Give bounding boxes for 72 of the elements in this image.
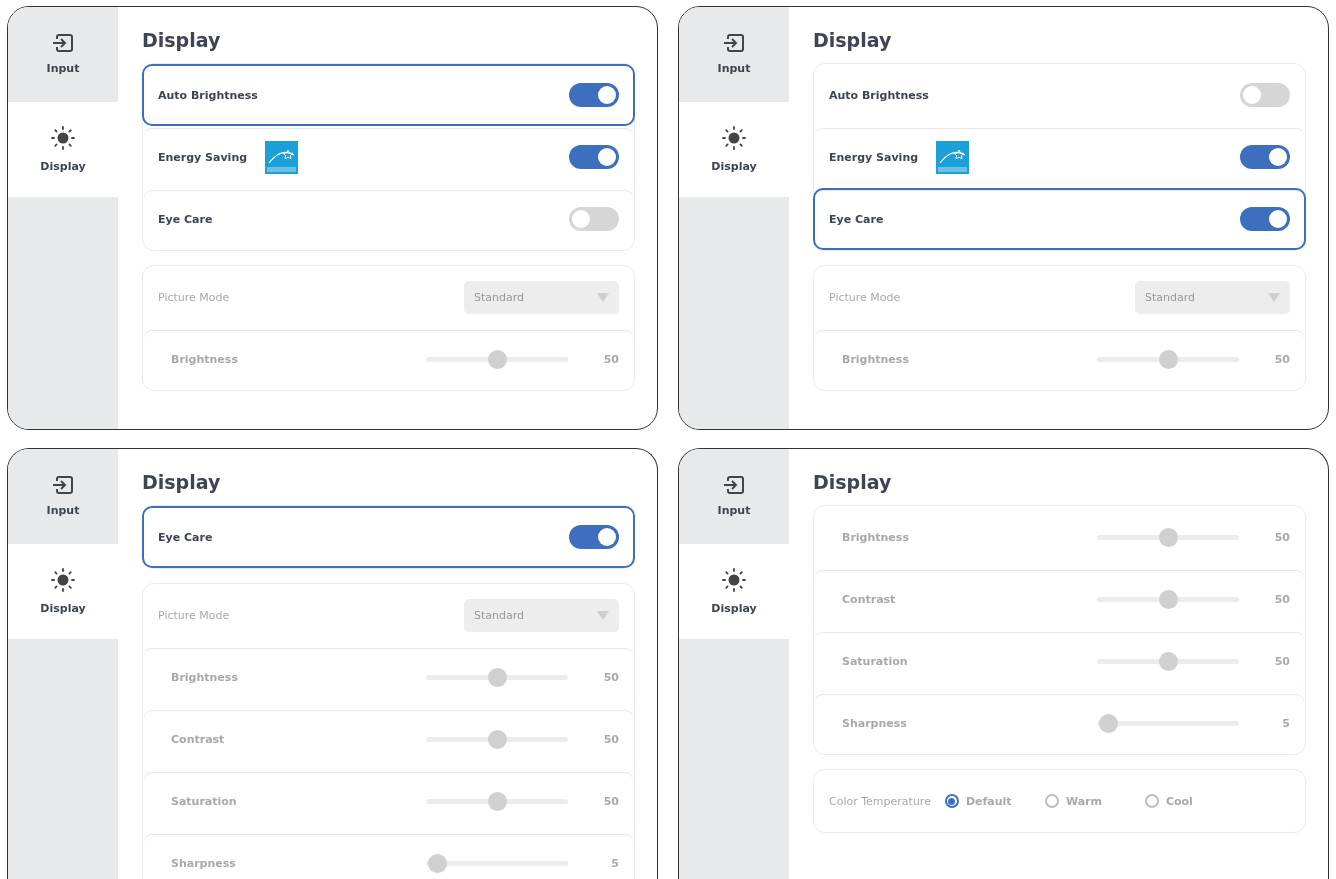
caret-icon xyxy=(1268,292,1280,302)
slider-value: 50 xyxy=(1273,530,1290,544)
setting-label: Picture Mode xyxy=(158,290,230,304)
setting-label: Picture Mode xyxy=(829,290,901,304)
sun-icon xyxy=(51,126,75,150)
toggle-switch[interactable] xyxy=(1240,83,1290,107)
sidebar-item[interactable]: Display xyxy=(679,544,789,639)
slider-value: 50 xyxy=(1273,654,1290,668)
setting-label: Energy Saving xyxy=(829,150,919,164)
caret-icon xyxy=(597,610,609,620)
setting-label: Sharpness xyxy=(841,716,907,730)
setting-label: Auto Brightness xyxy=(829,88,929,102)
sidebar-label: Display xyxy=(711,160,757,173)
input-icon xyxy=(723,476,745,494)
toggle-switch[interactable] xyxy=(1240,207,1290,231)
page-title: Display xyxy=(142,29,222,51)
setting-row[interactable]: Eye Care xyxy=(142,506,635,568)
sidebar-label: Display xyxy=(711,602,757,615)
setting-label: Energy Saving xyxy=(158,150,248,164)
caret-icon xyxy=(597,292,609,302)
toggle-switch[interactable] xyxy=(1240,145,1290,169)
sun-icon xyxy=(722,568,746,592)
setting-label: Brightness xyxy=(841,352,909,366)
sidebar-label: Display xyxy=(40,160,86,173)
setting-row[interactable]: Energy Saving xyxy=(813,126,1306,188)
sun-icon xyxy=(51,568,75,592)
toggle-switch[interactable] xyxy=(569,83,619,107)
slider-value: 5 xyxy=(610,856,619,870)
slider-value: 50 xyxy=(602,794,619,808)
input-icon xyxy=(52,476,74,494)
setting-row[interactable]: Eye Care xyxy=(813,188,1306,250)
setting-label: Eye Care xyxy=(158,212,213,226)
setting-label: Contrast xyxy=(170,732,225,746)
sidebar-item[interactable]: Display xyxy=(8,544,118,639)
slider-value: 50 xyxy=(602,352,619,366)
sun-icon xyxy=(722,126,746,150)
page-title: Display xyxy=(142,471,222,493)
page-title: Display xyxy=(813,471,893,493)
setting-label: Auto Brightness xyxy=(158,88,258,102)
sidebar-item[interactable]: Display xyxy=(679,102,789,197)
sidebar-item[interactable]: Display xyxy=(8,102,118,197)
slider-value: 50 xyxy=(602,732,619,746)
slider-value: 50 xyxy=(1273,352,1290,366)
slider-value: 5 xyxy=(1281,716,1290,730)
setting-label: Sharpness xyxy=(170,856,236,870)
setting-row[interactable]: Auto Brightness xyxy=(142,64,635,126)
setting-row[interactable]: Energy Saving xyxy=(142,126,635,188)
toggle-switch[interactable] xyxy=(569,207,619,231)
sidebar-label: Input xyxy=(46,504,80,517)
setting-label: Brightness xyxy=(841,530,909,544)
setting-label: Picture Mode xyxy=(158,608,230,622)
sidebar-label: Input xyxy=(717,504,751,517)
sidebar-label: Input xyxy=(717,62,751,75)
toggle-switch[interactable] xyxy=(569,525,619,549)
input-icon xyxy=(52,34,74,52)
setting-label: Brightness xyxy=(170,352,238,366)
setting-row[interactable]: Auto Brightness xyxy=(813,64,1306,126)
toggle-switch[interactable] xyxy=(569,145,619,169)
setting-label: Eye Care xyxy=(829,212,884,226)
setting-label: Color Temperature xyxy=(829,794,931,808)
input-icon xyxy=(723,34,745,52)
setting-label: Saturation xyxy=(170,794,237,808)
setting-row[interactable]: Eye Care xyxy=(142,188,635,250)
setting-label: Contrast xyxy=(841,592,896,606)
setting-label: Brightness xyxy=(170,670,238,684)
sidebar-label: Input xyxy=(46,62,80,75)
setting-label: Saturation xyxy=(841,654,908,668)
slider-value: 50 xyxy=(602,670,619,684)
slider-value: 50 xyxy=(1273,592,1290,606)
setting-label: Eye Care xyxy=(158,530,213,544)
page-title: Display xyxy=(813,29,893,51)
sidebar-label: Display xyxy=(40,602,86,615)
